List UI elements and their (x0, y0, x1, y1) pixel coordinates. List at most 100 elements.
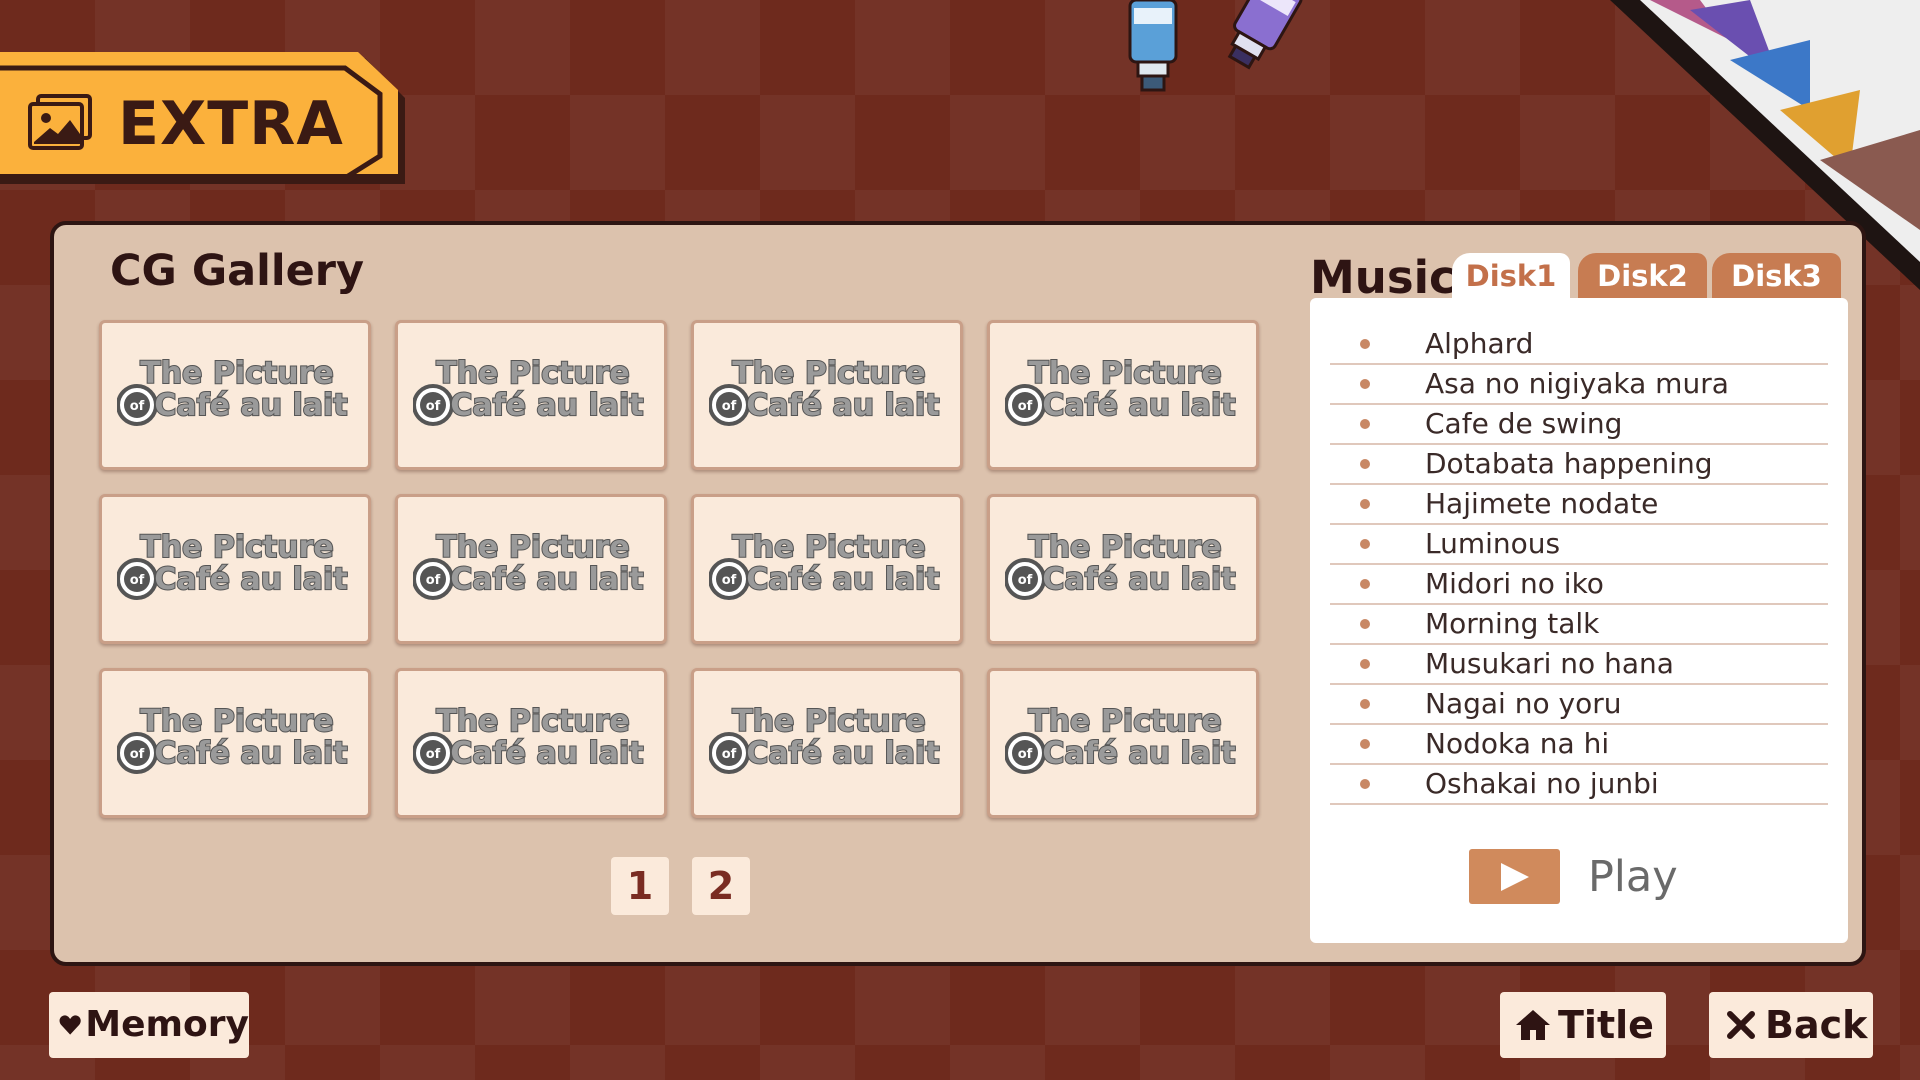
cg-thumbnail[interactable]: of The Picture Café au lait (99, 668, 371, 818)
logo-line2-text: Café au lait (450, 562, 643, 597)
image-icon (28, 94, 94, 152)
track-item[interactable]: Nagai no yoru (1330, 685, 1828, 725)
logo-of-text: of (130, 399, 145, 414)
logo-of-text: of (722, 399, 737, 414)
track-item[interactable]: Luminous (1330, 525, 1828, 565)
logo-line1-text: The Picture (436, 356, 630, 391)
cg-thumbnail[interactable]: of The Picture Café au lait (987, 668, 1259, 818)
track-name: Morning talk (1425, 607, 1600, 640)
logo-line2-text: Café au lait (154, 562, 347, 597)
logo-line1-text: The Picture (1028, 704, 1222, 739)
cafe-au-lait-logo: of The PictureCafé au lait (709, 529, 941, 600)
heart-icon (59, 1015, 81, 1035)
home-icon (1516, 1010, 1550, 1040)
track-item[interactable]: Musukari no hana (1330, 645, 1828, 685)
logo-line2-text: Café au lait (450, 736, 643, 771)
page-title: EXTRA (118, 89, 344, 159)
cafe-au-lait-logo: of The PictureCafé au lait (413, 703, 645, 774)
track-item[interactable]: Cafe de swing (1330, 405, 1828, 445)
close-icon (1727, 1011, 1755, 1039)
track-item[interactable]: Morning talk (1330, 605, 1828, 645)
logo-line1-text: The Picture (140, 356, 334, 391)
track-name: Musukari no hana (1425, 647, 1674, 680)
logo-of-text: of (1018, 399, 1033, 414)
cafe-au-lait-logo: of The PictureCafé au lait (117, 529, 349, 600)
cafe-au-lait-logo: of The PictureCafé au lait (413, 355, 645, 426)
play-button[interactable] (1469, 849, 1560, 904)
cg-thumbnail[interactable]: of The Picture Café au lait (99, 320, 371, 470)
logo-line1-text: The Picture (732, 704, 926, 739)
memory-label: Memory (85, 1004, 249, 1045)
logo-line2-text: Café au lait (746, 736, 939, 771)
tab-disk3[interactable]: Disk3 (1712, 253, 1841, 299)
cg-thumbnail[interactable]: of The Picture Café au lait (691, 668, 963, 818)
logo-line1-text: The Picture (436, 530, 630, 565)
paint-tubes-decoration (1120, 0, 1360, 100)
logo-line1-text: The Picture (732, 530, 926, 565)
logo-line2-text: Café au lait (746, 562, 939, 597)
logo-line2-text: Café au lait (1042, 388, 1235, 423)
cg-thumbnail[interactable]: of The Picture Café au lait (99, 494, 371, 644)
bullet-icon (1360, 779, 1370, 789)
logo-of-text: of (1018, 747, 1033, 762)
bullet-icon (1360, 739, 1370, 749)
cafe-au-lait-logo: of The PictureCafé au lait (1005, 355, 1237, 426)
track-item[interactable]: Midori no iko (1330, 565, 1828, 605)
track-name: Oshakai no junbi (1425, 767, 1659, 800)
logo-of-text: of (1018, 573, 1033, 588)
logo-line2-text: Café au lait (1042, 736, 1235, 771)
cg-thumbnail[interactable]: of The Picture Café au lait (987, 494, 1259, 644)
track-name: Hajimete nodate (1425, 487, 1659, 520)
logo-line1-text: The Picture (436, 704, 630, 739)
track-name: Midori no iko (1425, 567, 1604, 600)
cg-thumbnail[interactable]: of The Picture Café au lait (395, 320, 667, 470)
bullet-icon (1360, 539, 1370, 549)
memory-button[interactable]: Memory (49, 992, 249, 1058)
track-item[interactable]: Oshakai no junbi (1330, 765, 1828, 805)
play-icon (1501, 863, 1529, 891)
cg-gallery-title: CG Gallery (110, 246, 365, 296)
extra-header-tag: EXTRA (0, 52, 405, 192)
track-name: Dotabata happening (1425, 447, 1713, 480)
track-item[interactable]: Asa no nigiyaka mura (1330, 365, 1828, 405)
logo-line1-text: The Picture (1028, 356, 1222, 391)
cg-thumbnail[interactable]: of The Picture Café au lait (395, 494, 667, 644)
logo-line2-text: Café au lait (154, 388, 347, 423)
logo-of-text: of (130, 573, 145, 588)
logo-of-text: of (426, 573, 441, 588)
title-button[interactable]: Title (1500, 992, 1666, 1058)
logo-line2-text: Café au lait (746, 388, 939, 423)
logo-line1-text: The Picture (732, 356, 926, 391)
cafe-au-lait-logo: of The PictureCafé au lait (1005, 529, 1237, 600)
bullet-icon (1360, 339, 1370, 349)
tab-disk2[interactable]: Disk2 (1578, 253, 1707, 299)
gallery-page-1-button[interactable]: 1 (611, 857, 669, 915)
bullet-icon (1360, 579, 1370, 589)
back-button[interactable]: Back (1709, 992, 1873, 1058)
logo-line2-text: Café au lait (154, 736, 347, 771)
logo-line2-text: Café au lait (450, 388, 643, 423)
track-name: Cafe de swing (1425, 407, 1623, 440)
logo-line1-text: The Picture (140, 704, 334, 739)
logo-line1-text: The Picture (140, 530, 334, 565)
tab-disk1[interactable]: Disk1 (1452, 253, 1570, 299)
track-item[interactable]: Dotabata happening (1330, 445, 1828, 485)
logo-of-text: of (426, 399, 441, 414)
cg-thumbnail[interactable]: of The Picture Café au lait (691, 494, 963, 644)
track-item[interactable]: Nodoka na hi (1330, 725, 1828, 765)
track-item[interactable]: Alphard (1330, 325, 1828, 365)
track-item[interactable]: Hajimete nodate (1330, 485, 1828, 525)
play-label[interactable]: Play (1588, 852, 1678, 902)
bullet-icon (1360, 499, 1370, 509)
bullet-icon (1360, 459, 1370, 469)
logo-of-text: of (722, 573, 737, 588)
bullet-icon (1360, 419, 1370, 429)
gallery-page-2-button[interactable]: 2 (692, 857, 750, 915)
bullet-icon (1360, 619, 1370, 629)
cg-thumbnail[interactable]: of The Picture Café au lait (987, 320, 1259, 470)
track-name: Luminous (1425, 527, 1561, 560)
cg-thumbnail[interactable]: of The Picture Café au lait (395, 668, 667, 818)
cafe-au-lait-logo: of The PictureCafé au lait (709, 355, 941, 426)
cafe-au-lait-logo: of The PictureCafé au lait (1005, 703, 1237, 774)
cg-thumbnail[interactable]: of The Picture Café au lait (691, 320, 963, 470)
